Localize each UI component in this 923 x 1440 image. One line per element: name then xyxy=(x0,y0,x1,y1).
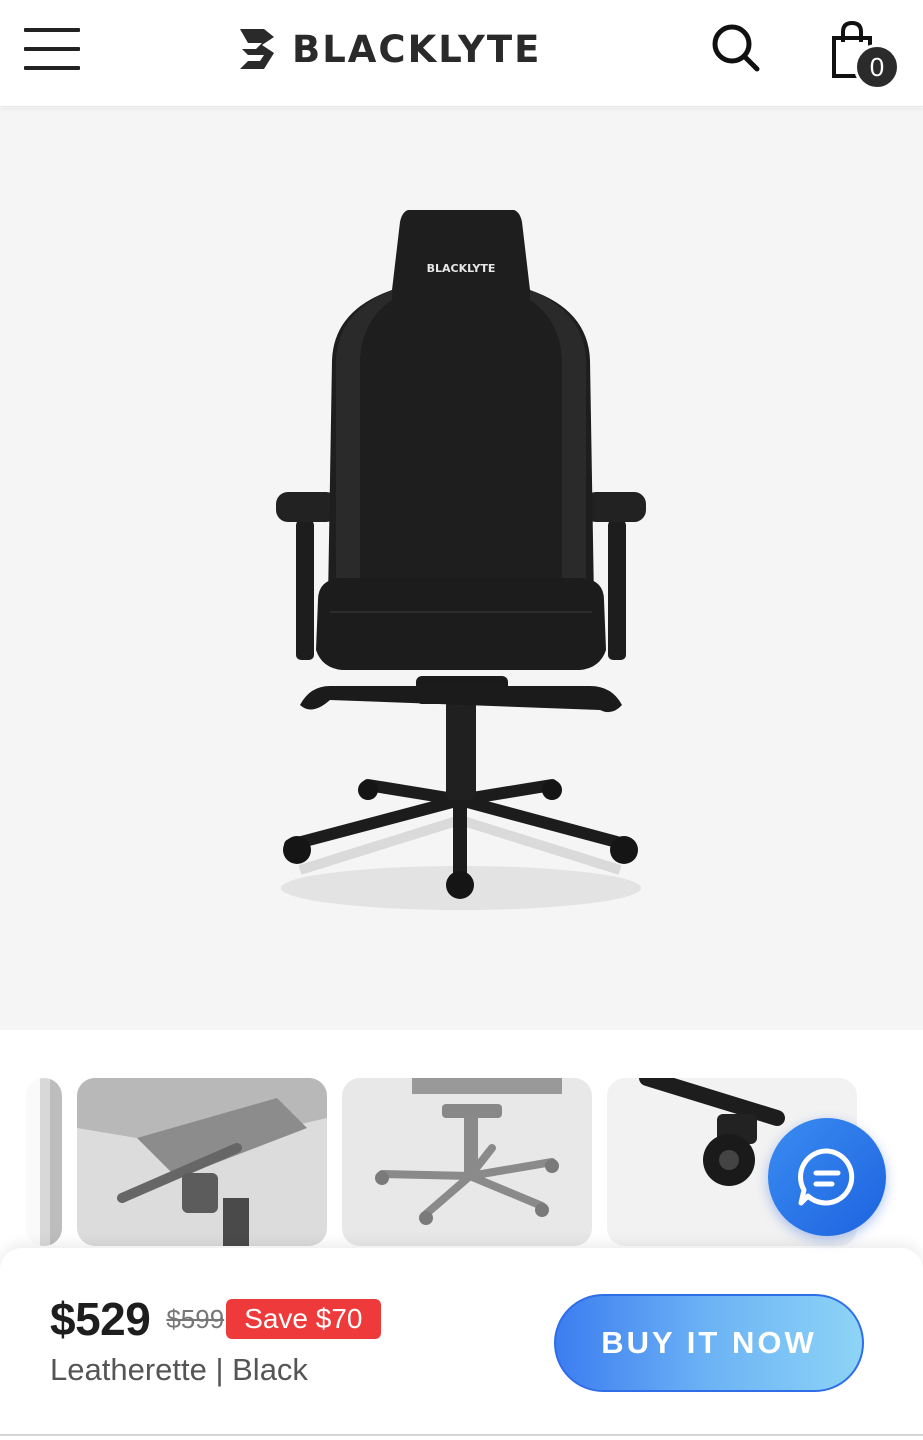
bottom-divider xyxy=(0,1434,923,1436)
cart-button[interactable]: 0 xyxy=(826,18,902,90)
chat-button[interactable] xyxy=(768,1118,886,1236)
site-header: BLACKLYTE 0 xyxy=(0,0,923,107)
search-icon[interactable] xyxy=(710,22,762,74)
buy-it-now-button[interactable]: BUY IT NOW xyxy=(554,1294,864,1392)
product-page: BLACKLYTE 0 BLACKLYTE $529 $599 Save $70… xyxy=(0,0,923,1440)
chat-bubble-icon xyxy=(798,1148,855,1206)
current-price: $529 xyxy=(50,1293,151,1345)
price-row: $529 $599 Save $70 xyxy=(50,1292,381,1346)
brand-logo[interactable]: BLACKLYTE xyxy=(238,24,541,74)
save-badge: Save $70 xyxy=(226,1299,381,1339)
thumbnail-3[interactable] xyxy=(342,1078,592,1246)
purchase-bar: $529 $599 Save $70 Leatherette | Black B… xyxy=(0,1248,923,1440)
thumbnail-2[interactable] xyxy=(77,1078,327,1246)
variant-label: Leatherette | Black xyxy=(50,1352,308,1387)
cart-count-badge: 0 xyxy=(854,44,900,90)
blacklyte-logo-icon xyxy=(240,29,274,69)
product-hero-image[interactable]: BLACKLYTE xyxy=(0,108,923,1030)
brand-name: BLACKLYTE xyxy=(292,27,542,71)
chair-logo-text: BLACKLYTE xyxy=(427,262,496,275)
gaming-chair-image: BLACKLYTE xyxy=(276,210,646,910)
thumbnail-1[interactable] xyxy=(26,1078,62,1246)
hamburger-menu-icon[interactable] xyxy=(24,28,80,70)
original-price: $599 xyxy=(166,1303,225,1334)
